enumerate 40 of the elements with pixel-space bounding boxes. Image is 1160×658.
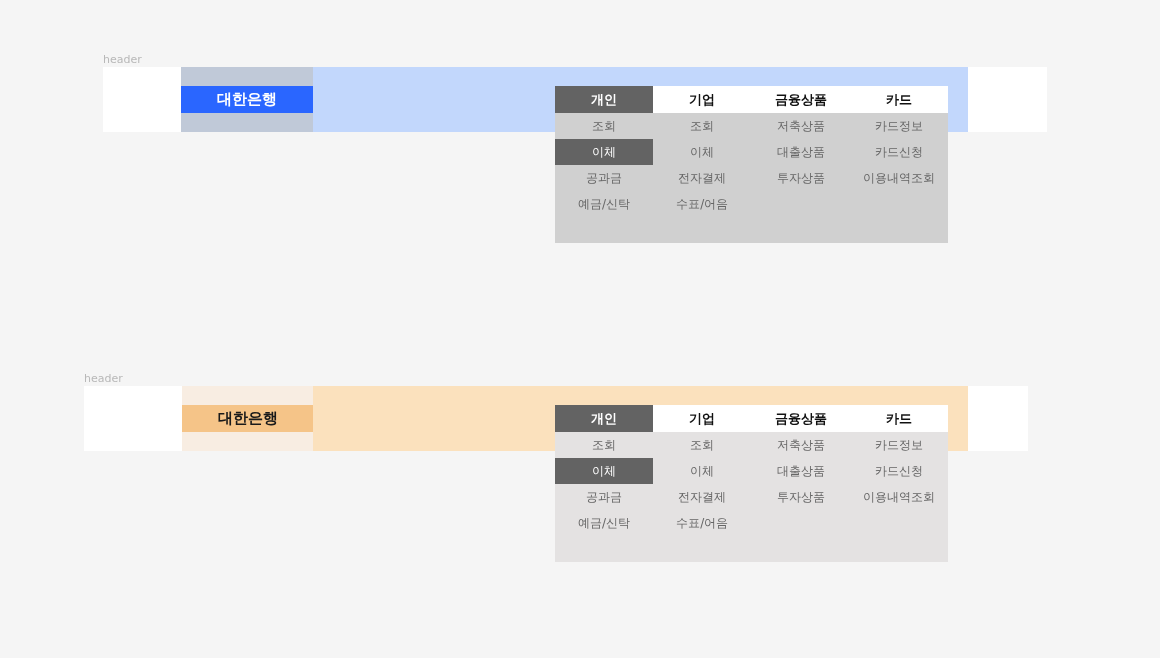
submenu-item[interactable]: 저축상품 (751, 432, 850, 458)
submenu-item[interactable]: 카드신청 (849, 139, 948, 165)
menu-tab[interactable]: 개인 (555, 86, 654, 113)
submenu-item[interactable]: 조회 (653, 432, 752, 458)
submenu-item[interactable]: 조회 (555, 113, 654, 139)
submenu-item[interactable]: 조회 (653, 113, 752, 139)
submenu-item[interactable]: 카드정보 (849, 432, 948, 458)
bank-logo[interactable]: 대한은행 (181, 86, 313, 113)
submenu-item[interactable]: 투자상품 (751, 165, 850, 191)
menu-tab[interactable]: 기업 (653, 405, 752, 432)
submenu-item[interactable]: 카드정보 (849, 113, 948, 139)
menu-tab[interactable]: 금융상품 (751, 405, 850, 432)
section-label: header (103, 53, 142, 67)
menu-tab[interactable]: 금융상품 (751, 86, 850, 113)
submenu-item[interactable]: 조회 (555, 432, 654, 458)
section-label: header (84, 372, 123, 386)
submenu-item[interactable]: 이용내역조회 (849, 484, 948, 510)
submenu-item[interactable]: 이체 (653, 139, 752, 165)
submenu-item[interactable]: 수표/어음 (653, 510, 752, 536)
submenu-item[interactable]: 대출상품 (751, 458, 850, 484)
submenu-item[interactable]: 공과금 (555, 484, 654, 510)
submenu-item[interactable]: 대출상품 (751, 139, 850, 165)
submenu-item[interactable]: 공과금 (555, 165, 654, 191)
submenu-item[interactable]: 이체 (555, 139, 654, 165)
submenu-item[interactable]: 투자상품 (751, 484, 850, 510)
submenu-item[interactable]: 이체 (653, 458, 752, 484)
submenu-item[interactable]: 전자결제 (653, 165, 752, 191)
menu-tab[interactable]: 개인 (555, 405, 654, 432)
submenu-item[interactable]: 예금/신탁 (555, 510, 654, 536)
menu-tab[interactable]: 카드 (849, 405, 948, 432)
menu-tab[interactable]: 기업 (653, 86, 752, 113)
bank-logo[interactable]: 대한은행 (182, 405, 313, 432)
menu-tab[interactable]: 카드 (849, 86, 948, 113)
submenu-item[interactable]: 저축상품 (751, 113, 850, 139)
submenu-item[interactable]: 예금/신탁 (555, 191, 654, 217)
submenu-item[interactable]: 수표/어음 (653, 191, 752, 217)
submenu-item[interactable]: 전자결제 (653, 484, 752, 510)
submenu-item[interactable]: 카드신청 (849, 458, 948, 484)
submenu-item[interactable]: 이용내역조회 (849, 165, 948, 191)
submenu-item[interactable]: 이체 (555, 458, 654, 484)
